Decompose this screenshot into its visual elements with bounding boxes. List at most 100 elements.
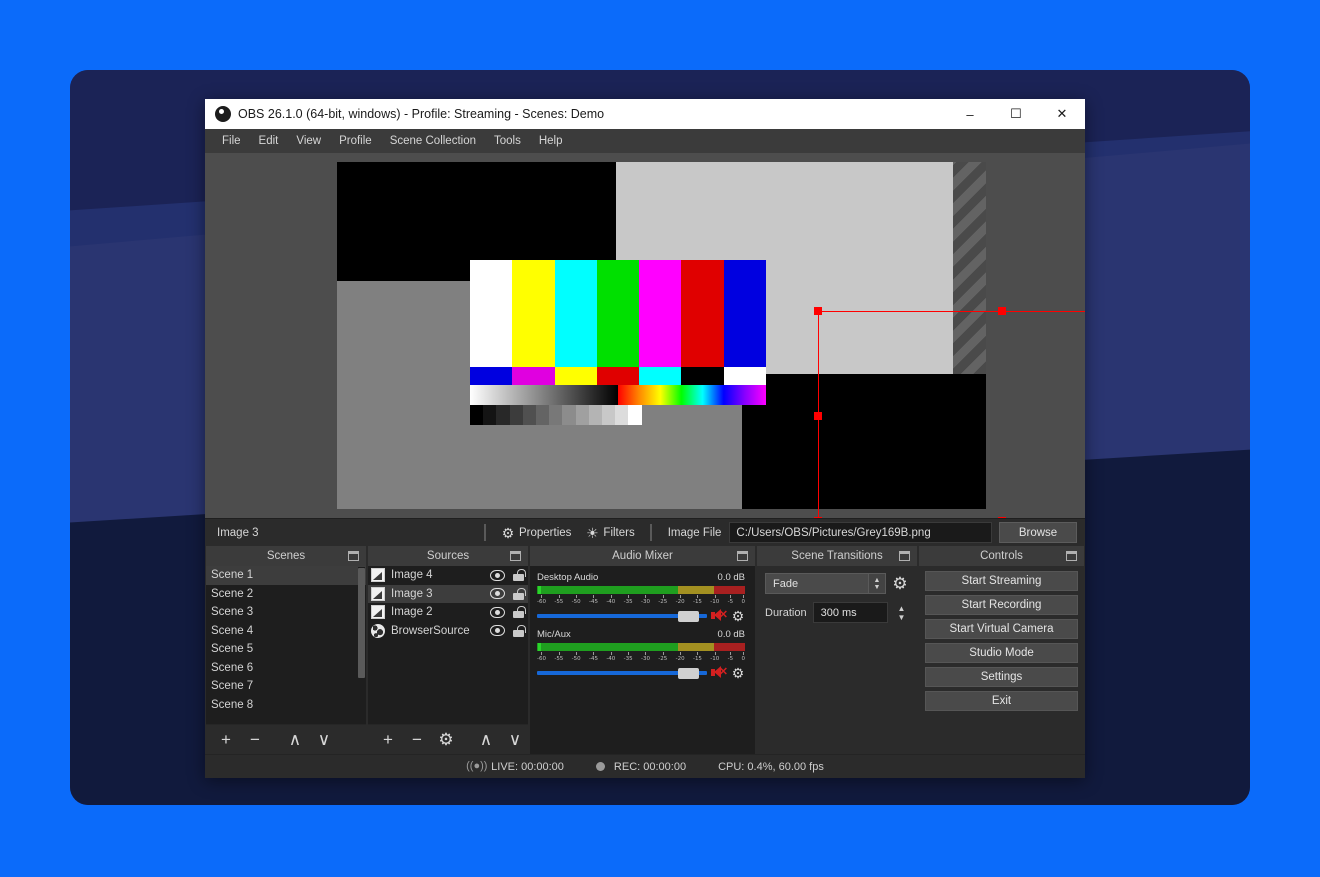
- volume-slider[interactable]: [537, 666, 707, 680]
- source-list-item[interactable]: BrowserSource: [368, 622, 528, 641]
- visibility-eye-icon[interactable]: [490, 570, 505, 581]
- scene-list-item[interactable]: Scene 6: [206, 659, 366, 678]
- start-virtual-camera-button[interactable]: Start Virtual Camera: [925, 619, 1078, 639]
- start-recording-button[interactable]: Start Recording: [925, 595, 1078, 615]
- volume-slider-knob[interactable]: [678, 668, 699, 679]
- menu-tools[interactable]: Tools: [485, 132, 530, 150]
- scale-tick: -50: [572, 652, 581, 662]
- sources-list[interactable]: Image 4 Image 3 Image 2: [368, 566, 528, 724]
- image-source-icon: [371, 587, 385, 601]
- lock-icon[interactable]: [513, 588, 524, 600]
- scale-tick: -55: [554, 652, 563, 662]
- mute-speaker-icon[interactable]: ✕: [711, 666, 727, 680]
- browse-button[interactable]: Browse: [999, 522, 1077, 543]
- audio-mixer-title: Audio Mixer: [612, 550, 673, 562]
- scene-list-item[interactable]: Scene 1: [206, 566, 366, 585]
- exit-button[interactable]: Exit: [925, 691, 1078, 711]
- scale-tick: -15: [693, 652, 702, 662]
- scale-tick: -35: [624, 595, 633, 605]
- studio-mode-button[interactable]: Studio Mode: [925, 643, 1078, 663]
- visibility-eye-icon[interactable]: [490, 625, 505, 636]
- duration-input[interactable]: 300 ms: [813, 602, 888, 623]
- move-source-down-button[interactable]: ∨: [502, 728, 528, 752]
- test-pattern-source[interactable]: [470, 260, 766, 425]
- transition-select-row: Fade ▲▼ ⚙: [765, 573, 909, 594]
- filters-button[interactable]: ☀ Filters: [578, 523, 641, 543]
- scale-tick: -35: [624, 652, 633, 662]
- popout-icon[interactable]: [737, 551, 748, 561]
- visibility-eye-icon[interactable]: [490, 588, 505, 599]
- popout-icon[interactable]: [1066, 551, 1077, 561]
- lock-icon[interactable]: [513, 625, 524, 637]
- source-list-item[interactable]: Image 3: [368, 585, 528, 604]
- menu-edit[interactable]: Edit: [250, 132, 288, 150]
- menu-view[interactable]: View: [287, 132, 330, 150]
- duration-stepper[interactable]: ▲▼: [894, 602, 909, 623]
- scenes-scrollbar-thumb[interactable]: [358, 568, 365, 678]
- obs-main-window: OBS 26.1.0 (64-bit, windows) - Profile: …: [205, 99, 1085, 778]
- move-scene-up-button[interactable]: ∧: [282, 728, 308, 752]
- scale-tick: -20: [676, 595, 685, 605]
- popout-icon[interactable]: [510, 551, 521, 561]
- source-list-item[interactable]: Image 2: [368, 603, 528, 622]
- resize-handle-middle-left[interactable]: [814, 412, 822, 420]
- scale-tick: -45: [589, 595, 598, 605]
- transition-properties-gear-icon[interactable]: ⚙: [891, 575, 909, 593]
- move-scene-down-button[interactable]: ∨: [311, 728, 337, 752]
- add-source-button[interactable]: +: [375, 728, 401, 752]
- volume-slider-knob[interactable]: [678, 611, 699, 622]
- menu-file[interactable]: File: [213, 132, 250, 150]
- menu-help[interactable]: Help: [530, 132, 572, 150]
- out-of-bounds-stripes: [953, 162, 986, 374]
- remove-source-button[interactable]: −: [404, 728, 430, 752]
- lock-icon[interactable]: [513, 569, 524, 581]
- scenes-title: Scenes: [267, 550, 305, 562]
- properties-button[interactable]: ⚙ Properties: [494, 523, 578, 543]
- source-list-item[interactable]: Image 4: [368, 566, 528, 585]
- controls-title: Controls: [980, 550, 1023, 562]
- scale-tick: -30: [641, 652, 650, 662]
- audio-settings-gear-icon[interactable]: ⚙: [731, 666, 745, 680]
- lock-icon[interactable]: [513, 606, 524, 618]
- scenes-list[interactable]: Scene 1 Scene 2 Scene 3 Scene 4 Scene 5 …: [206, 566, 366, 724]
- duration-label: Duration: [765, 607, 807, 619]
- visibility-eye-icon[interactable]: [490, 607, 505, 618]
- scene-list-item[interactable]: Scene 7: [206, 677, 366, 696]
- scene-list-item[interactable]: Scene 2: [206, 585, 366, 604]
- minimize-button[interactable]: –: [947, 99, 993, 129]
- scene-list-item[interactable]: Scene 8: [206, 696, 366, 715]
- scale-tick: 0: [741, 652, 745, 662]
- scene-list-item[interactable]: Scene 4: [206, 622, 366, 641]
- add-scene-button[interactable]: +: [213, 728, 239, 752]
- resize-handle-bottom-center[interactable]: [998, 517, 1006, 518]
- mute-speaker-icon[interactable]: ✕: [711, 609, 727, 623]
- resize-handle-top-left[interactable]: [814, 307, 822, 315]
- audio-settings-gear-icon[interactable]: ⚙: [731, 609, 745, 623]
- settings-button[interactable]: Settings: [925, 667, 1078, 687]
- start-streaming-button[interactable]: Start Streaming: [925, 571, 1078, 591]
- scene-list-item[interactable]: Scene 3: [206, 603, 366, 622]
- chevron-updown-icon[interactable]: ▲▼: [868, 574, 885, 593]
- popout-icon[interactable]: [899, 551, 910, 561]
- audio-channel-header: Mic/Aux 0.0 dB: [537, 629, 745, 640]
- source-properties-button[interactable]: ⚙: [433, 728, 459, 752]
- scene-list-item[interactable]: Scene 5: [206, 640, 366, 659]
- image-source-icon: [371, 568, 385, 582]
- remove-scene-button[interactable]: −: [242, 728, 268, 752]
- image-file-input[interactable]: C:/Users/OBS/Pictures/Grey169B.png: [729, 522, 992, 543]
- resize-handle-top-center[interactable]: [998, 307, 1006, 315]
- resize-handle-bottom-left[interactable]: [814, 517, 822, 518]
- transition-select[interactable]: Fade ▲▼: [765, 573, 886, 594]
- move-source-up-button[interactable]: ∧: [473, 728, 499, 752]
- menu-profile[interactable]: Profile: [330, 132, 381, 150]
- color-bars-row: [470, 260, 766, 367]
- close-button[interactable]: ✕: [1039, 99, 1085, 129]
- browser-source-icon: [371, 624, 385, 638]
- audio-channel: Mic/Aux 0.0 dB -60 -55 -50 -45 -40 -35: [530, 623, 755, 680]
- volume-slider[interactable]: [537, 609, 707, 623]
- menu-scene-collection[interactable]: Scene Collection: [381, 132, 485, 150]
- popout-icon[interactable]: [348, 551, 359, 561]
- preview-canvas[interactable]: [205, 153, 1085, 518]
- maximize-button[interactable]: ☐: [993, 99, 1039, 129]
- audio-level-meter: [537, 643, 745, 651]
